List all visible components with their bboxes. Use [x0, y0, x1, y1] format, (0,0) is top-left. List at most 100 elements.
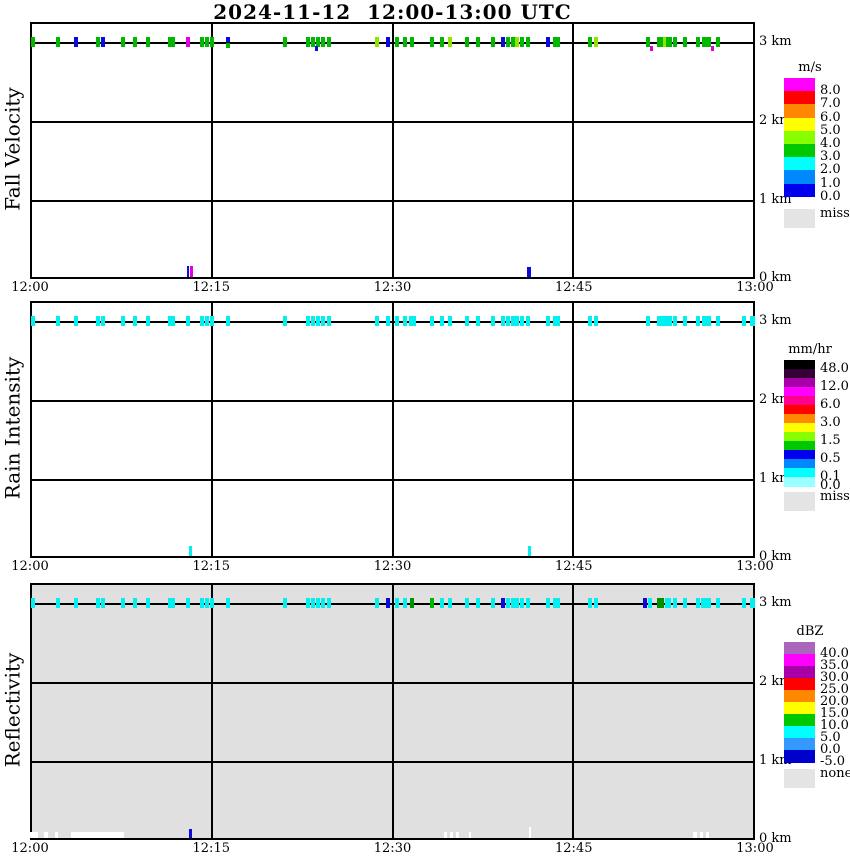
echo-mark	[552, 37, 560, 47]
echo-mark	[283, 37, 287, 47]
echo-mark	[546, 37, 550, 47]
echo-mark	[311, 316, 315, 326]
echo-mark	[133, 37, 137, 47]
echo-mark	[506, 598, 510, 608]
echo-mark	[673, 37, 677, 47]
time-tick-label: 12:45	[555, 559, 593, 574]
echo-mark	[506, 37, 510, 47]
echo-mark	[96, 316, 100, 326]
echo-mark	[403, 598, 407, 608]
echo-mark	[226, 316, 230, 326]
echo-mark	[440, 37, 444, 47]
surface-echo-mark	[699, 832, 703, 838]
echo-mark	[546, 316, 550, 326]
panel-2-axis-title: Rain Intensity	[0, 356, 25, 500]
legend-color-band	[784, 78, 815, 92]
echo-mark	[749, 598, 755, 608]
echo-mark	[696, 598, 700, 608]
echo-mark	[448, 316, 452, 326]
grid-line-12:30	[391, 303, 394, 556]
legend-missing-label: miss	[820, 205, 850, 221]
echo-mark	[701, 37, 711, 47]
echo-mark	[491, 37, 495, 47]
legend-value-label: 12.0	[820, 379, 849, 394]
echo-mark	[440, 598, 444, 608]
echo-mark	[520, 316, 524, 326]
echo-mark	[430, 316, 434, 326]
echo-mark	[146, 598, 150, 608]
time-tick-label: 12:00	[11, 841, 49, 856]
echo-mark	[448, 37, 452, 47]
legend-title-dbz: dBZ	[796, 624, 824, 639]
legend-color-band	[784, 477, 815, 487]
echo-mark	[440, 316, 444, 326]
panel-3-axis-title: Reflectivity	[0, 652, 25, 768]
grid-line-2km	[32, 400, 753, 402]
echo-mark	[226, 36, 230, 42]
echo-mark	[31, 37, 35, 47]
echo-mark	[526, 598, 530, 608]
echo-mark	[476, 37, 480, 47]
legend-color-band	[784, 738, 815, 751]
echo-mark	[386, 316, 390, 326]
legend-missing-swatch	[784, 769, 815, 788]
echo-mark	[133, 316, 137, 326]
legend-color-band	[784, 666, 815, 679]
echo-mark	[552, 598, 560, 608]
rain-intensity-panel	[30, 301, 755, 558]
echo-mark	[306, 37, 310, 47]
legend-color-band	[784, 91, 815, 105]
surface-echo-mark	[70, 832, 124, 838]
echo-mark	[210, 316, 214, 326]
echo-mark	[506, 316, 510, 326]
reflectivity-panel	[28, 583, 755, 840]
surface-echo-mark	[455, 832, 459, 838]
echo-mark	[646, 316, 650, 326]
height-tick-label: 0 km	[759, 270, 792, 285]
grid-line-3km	[32, 42, 753, 44]
echo-mark	[283, 598, 287, 608]
echo-mark	[101, 316, 105, 326]
grid-line-12:45	[571, 303, 574, 556]
time-tick-label: 12:15	[192, 280, 230, 295]
grid-line-12:15	[211, 24, 214, 277]
time-tick-label: 12:00	[11, 559, 49, 574]
echo-mark	[448, 598, 452, 608]
surface-echo-mark	[449, 832, 453, 838]
fall-velocity-panel	[30, 22, 755, 279]
legend-color-band	[784, 117, 815, 132]
plot-title: 2024-11-12 12:00-13:00 UTC	[213, 0, 572, 24]
legend-title-mmhr: mm/hr	[788, 342, 832, 357]
echo-mark	[430, 598, 434, 608]
echo-mark	[74, 316, 78, 326]
legend-color-band	[784, 750, 815, 763]
time-tick-label: 12:45	[555, 841, 593, 856]
legend-color-band	[784, 690, 815, 703]
echo-mark	[74, 37, 78, 47]
echo-mark	[101, 598, 105, 608]
echo-mark	[683, 316, 687, 326]
echo-mark	[200, 598, 204, 608]
time-tick-label: 12:00	[11, 280, 49, 295]
echo-mark	[395, 37, 399, 47]
echo-mark	[316, 316, 320, 326]
quicklook-plot-page: 2024-11-12 12:00-13:00 UTC Fall Velocity…	[0, 0, 850, 868]
echo-mark	[594, 316, 598, 326]
echo-mark	[167, 316, 175, 326]
legend-missing-swatch	[784, 208, 815, 228]
echo-mark	[716, 37, 720, 47]
echo-mark	[327, 598, 331, 608]
echo-mark	[167, 37, 175, 47]
legend-value-label: 6.0	[820, 397, 841, 412]
grid-line-2km	[32, 121, 753, 123]
echo-mark	[476, 598, 480, 608]
echo-mark	[101, 37, 105, 47]
echo-mark	[742, 598, 746, 608]
echo-mark	[283, 316, 287, 326]
echo-mark	[226, 42, 230, 48]
echo-mark	[476, 316, 480, 326]
echo-mark	[375, 598, 379, 608]
echo-mark	[673, 598, 677, 608]
time-tick-label: 12:30	[373, 280, 412, 295]
echo-mark	[146, 316, 150, 326]
